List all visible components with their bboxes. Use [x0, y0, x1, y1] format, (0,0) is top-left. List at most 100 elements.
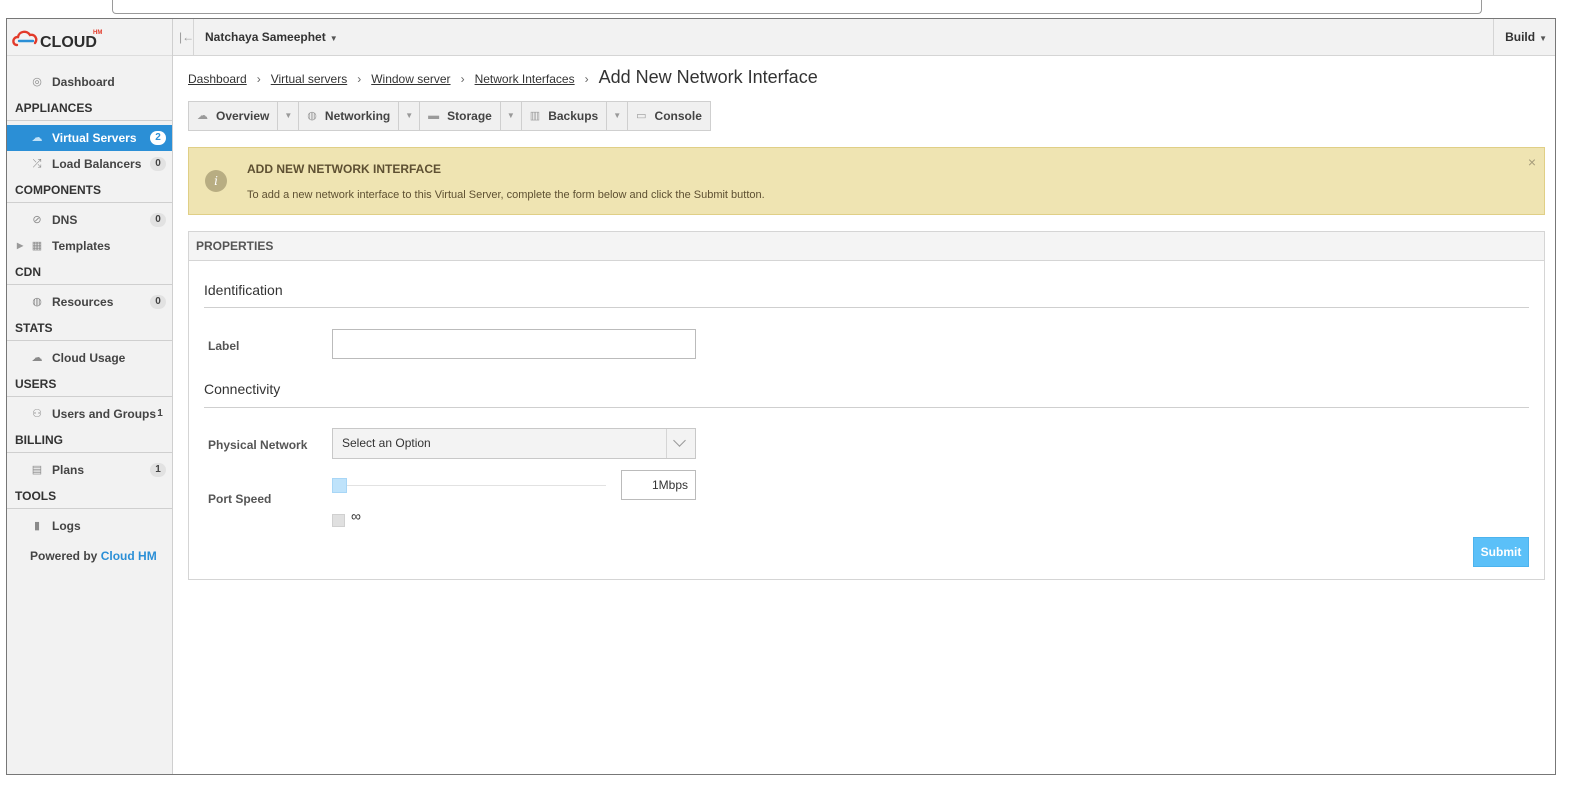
tab-overview-dropdown[interactable]: ▼ — [277, 101, 300, 131]
physical-network-select[interactable]: Select an Option — [332, 428, 696, 459]
chevron-down-icon: ▼ — [1539, 34, 1547, 43]
label-input[interactable] — [332, 329, 696, 359]
powered-by: Powered by Cloud HM — [7, 543, 172, 569]
powered-by-link[interactable]: Cloud HM — [101, 549, 157, 563]
tab-label: Backups — [548, 109, 599, 123]
gauge-icon: ◎ — [32, 76, 42, 88]
count-badge: 0 — [150, 213, 166, 227]
cloud-icon: ☁ — [31, 132, 43, 144]
app-window: CLOUD HM ◎ Dashboard APPLIANCES ☁ Virtua… — [6, 18, 1556, 775]
disk-icon: ▬ — [428, 110, 440, 122]
svg-text:CLOUD: CLOUD — [40, 34, 97, 51]
sidebar-item-label: Load Balancers — [52, 157, 142, 171]
section-components: COMPONENTS — [7, 177, 172, 203]
breadcrumb-separator: › — [256, 72, 261, 86]
panel-title: PROPERTIES — [189, 232, 1544, 261]
compass-icon: ⊘ — [32, 214, 42, 226]
page-title: Add New Network Interface — [598, 67, 818, 87]
close-icon[interactable]: × — [1528, 154, 1536, 170]
users-icon: ⚇ — [32, 408, 42, 420]
label-field-label: Label — [208, 339, 240, 353]
chevron-down-icon[interactable] — [666, 429, 695, 458]
count-badge: 1 — [150, 463, 166, 477]
identification-heading: Identification — [204, 282, 283, 298]
powered-by-text: Powered by — [30, 549, 98, 563]
slider-handle[interactable] — [332, 478, 347, 493]
browser-top-strip — [0, 0, 1579, 20]
count-badge: 2 — [150, 131, 166, 145]
count-badge: 0 — [150, 295, 166, 309]
unlimited-checkbox[interactable] — [332, 514, 345, 527]
breadcrumb-window-server[interactable]: Window server — [371, 72, 450, 86]
unlimited-label: ∞ — [351, 508, 361, 524]
collapse-sidebar-icon[interactable]: |← — [179, 30, 194, 44]
terminal-icon: ▭ — [636, 110, 647, 122]
sidebar-item-label: Logs — [52, 519, 81, 533]
archive-icon: ▥ — [529, 110, 541, 122]
chevron-down-icon: ▼ — [405, 111, 414, 120]
sidebar-item-cloud-usage[interactable]: ☁ Cloud Usage — [7, 345, 172, 371]
section-appliances: APPLIANCES — [7, 95, 172, 121]
user-menu-button[interactable]: Natchaya Sameephet ▼ — [193, 19, 338, 55]
select-value: Select an Option — [342, 436, 431, 450]
breadcrumb-dashboard[interactable]: Dashboard — [188, 72, 247, 86]
tab-storage-dropdown[interactable]: ▼ — [499, 101, 522, 131]
port-speed-value[interactable]: 1Mbps — [621, 470, 696, 500]
server-tabs: ☁ Overview ▼ ◍ Networking ▼ ▬ Storage ▼ ▥ Ba… — [188, 101, 1545, 131]
sidebar-item-virtual-servers[interactable]: ☁ Virtual Servers 2 — [7, 125, 172, 151]
info-alert: i ADD NEW NETWORK INTERFACE To add a new… — [188, 147, 1545, 215]
tab-backups[interactable]: ▥ Backups — [520, 101, 608, 131]
breadcrumb: Dashboard › Virtual servers › Window server ›… — [188, 56, 1545, 98]
shuffle-icon: ⤮ — [32, 158, 42, 170]
chevron-down-icon: ▼ — [329, 34, 338, 43]
globe-icon: ◍ — [307, 110, 317, 122]
section-cdn: CDN — [7, 259, 172, 285]
sidebar-item-label: Cloud Usage — [52, 351, 126, 365]
svg-text:HM: HM — [93, 30, 102, 36]
tab-storage[interactable]: ▬ Storage — [419, 101, 501, 131]
physical-network-label: Physical Network — [208, 438, 308, 452]
section-users: USERS — [7, 371, 172, 397]
section-billing: BILLING — [7, 427, 172, 453]
sidebar-item-label: Templates — [52, 239, 111, 253]
tab-networking[interactable]: ◍ Networking — [298, 101, 400, 131]
globe-icon: ◍ — [32, 296, 42, 308]
sidebar-item-load-balancers[interactable]: ⤮ Load Balancers 0 — [7, 151, 172, 177]
sidebar-item-label: Dashboard — [52, 75, 115, 89]
cloud-icon: ☁ — [197, 110, 208, 122]
submit-button[interactable]: Submit — [1473, 537, 1529, 567]
top-bar: |← Natchaya Sameephet ▼ Build ▼ — [173, 19, 1555, 56]
divider — [204, 307, 1529, 308]
count-badge: 0 — [150, 157, 166, 171]
tab-console[interactable]: ▭ Console — [627, 101, 711, 131]
section-stats: STATS — [7, 315, 172, 341]
port-speed-slider[interactable] — [332, 485, 606, 486]
build-label: Build — [1505, 30, 1536, 44]
logo[interactable]: CLOUD HM — [7, 19, 172, 56]
tab-overview[interactable]: ☁ Overview — [188, 101, 279, 131]
sidebar-item-templates[interactable]: ▶ ▦ Templates — [7, 233, 172, 259]
sidebar-item-logs[interactable]: ▮ Logs — [7, 513, 172, 539]
sidebar-item-users-and-groups[interactable]: ⚇ Users and Groups 1 — [7, 401, 172, 427]
sidebar-item-plans[interactable]: ▤ Plans 1 — [7, 457, 172, 483]
tab-label: Console — [654, 109, 702, 123]
breadcrumb-virtual-servers[interactable]: Virtual servers — [271, 72, 347, 86]
chevron-down-icon: ▼ — [284, 111, 293, 120]
alert-text: To add a new network interface to this V… — [247, 189, 765, 201]
document-icon: ▤ — [31, 464, 43, 476]
tab-backups-dropdown[interactable]: ▼ — [606, 101, 629, 131]
divider — [204, 407, 1529, 408]
properties-panel: PROPERTIES Identification Label Connecti… — [188, 231, 1545, 580]
sidebar: CLOUD HM ◎ Dashboard APPLIANCES ☁ Virtua… — [7, 19, 173, 774]
sidebar-item-dashboard[interactable]: ◎ Dashboard — [7, 69, 172, 95]
build-menu-button[interactable]: Build ▼ — [1493, 19, 1555, 55]
breadcrumb-network-interfaces[interactable]: Network Interfaces — [475, 72, 575, 86]
alert-title: ADD NEW NETWORK INTERFACE — [247, 162, 441, 176]
chevron-down-icon: ▼ — [506, 111, 515, 120]
clipboard-icon: ▮ — [33, 520, 41, 532]
sidebar-item-dns[interactable]: ⊘ DNS 0 — [7, 207, 172, 233]
sidebar-item-resources[interactable]: ◍ Resources 0 — [7, 289, 172, 315]
expand-caret-icon[interactable]: ▶ — [17, 233, 23, 259]
tab-label: Storage — [447, 109, 492, 123]
tab-networking-dropdown[interactable]: ▼ — [398, 101, 421, 131]
